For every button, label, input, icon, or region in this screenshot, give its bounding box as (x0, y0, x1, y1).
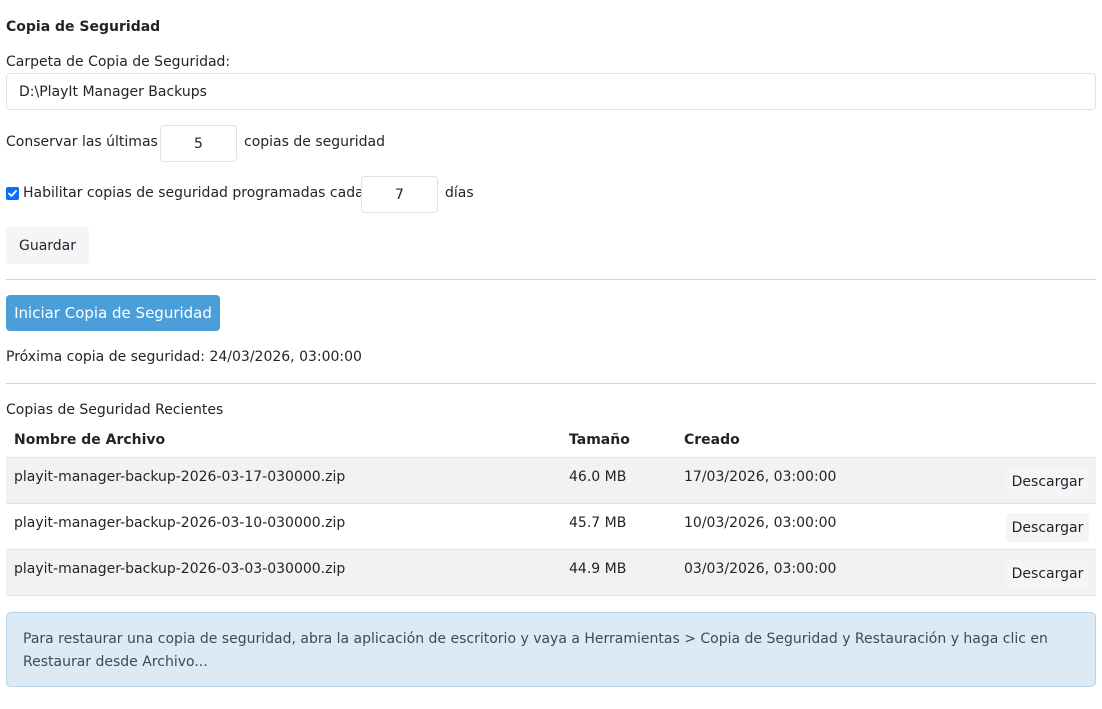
row-size: 45.7 MB (569, 515, 627, 531)
check-icon (8, 190, 17, 197)
row-filename: playit-manager-backup-2026-03-10-030000.… (14, 515, 346, 531)
section-title: Copia de Seguridad (6, 19, 161, 35)
column-header-created: Creado (684, 432, 740, 448)
table-header: Nombre de Archivo Tamaño Creado (6, 422, 1096, 458)
schedule-days-input[interactable] (361, 176, 438, 213)
retention-count-input[interactable] (160, 125, 237, 162)
folder-label: Carpeta de Copia de Seguridad: (6, 54, 231, 70)
table-row: playit-manager-backup-2026-03-10-030000.… (6, 504, 1096, 550)
divider (6, 279, 1096, 280)
column-header-name: Nombre de Archivo (14, 432, 166, 448)
row-created: 17/03/2026, 03:00:00 (684, 469, 837, 485)
retention-prefix-label: Conservar las últimas (6, 134, 158, 150)
restore-info-alert: Para restaurar una copia de seguridad, a… (6, 612, 1096, 687)
divider (6, 383, 1096, 384)
backup-folder-input[interactable] (6, 73, 1096, 110)
backup-settings-page: Copia de Seguridad Carpeta de Copia de S… (0, 0, 1102, 709)
table-row: playit-manager-backup-2026-03-03-030000.… (6, 550, 1096, 596)
schedule-checkbox[interactable] (6, 187, 19, 200)
download-button[interactable]: Descargar (1006, 513, 1089, 542)
backups-table: Nombre de Archivo Tamaño Creado playit-m… (6, 422, 1096, 596)
start-backup-button[interactable]: Iniciar Copia de Seguridad (6, 295, 220, 331)
download-button[interactable]: Descargar (1006, 559, 1089, 588)
row-created: 03/03/2026, 03:00:00 (684, 561, 837, 577)
download-button[interactable]: Descargar (1006, 467, 1089, 496)
retention-suffix-label: copias de seguridad (244, 134, 385, 150)
row-size: 46.0 MB (569, 469, 627, 485)
row-filename: playit-manager-backup-2026-03-17-030000.… (14, 469, 346, 485)
schedule-days-suffix: días (445, 185, 474, 201)
table-row: playit-manager-backup-2026-03-17-030000.… (6, 458, 1096, 504)
recent-backups-title: Copias de Seguridad Recientes (6, 402, 224, 418)
schedule-label: Habilitar copias de seguridad programada… (23, 185, 364, 201)
row-created: 10/03/2026, 03:00:00 (684, 515, 837, 531)
save-button[interactable]: Guardar (6, 227, 89, 264)
column-header-size: Tamaño (569, 432, 630, 448)
row-filename: playit-manager-backup-2026-03-03-030000.… (14, 561, 346, 577)
row-size: 44.9 MB (569, 561, 627, 577)
next-backup-text: Próxima copia de seguridad: 24/03/2026, … (6, 349, 362, 365)
